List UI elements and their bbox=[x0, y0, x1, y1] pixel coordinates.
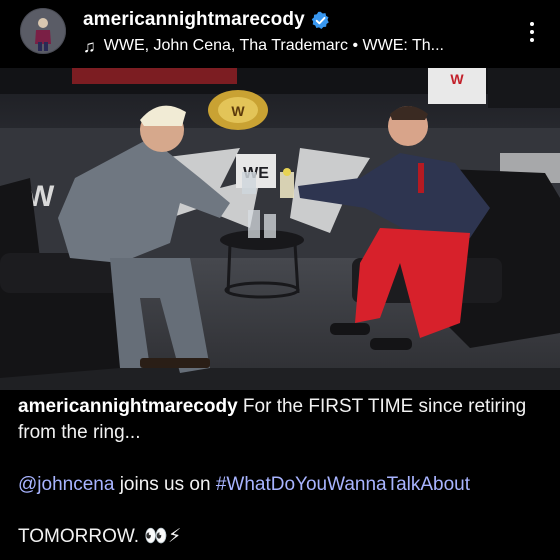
username[interactable]: americannightmarecody bbox=[83, 9, 305, 31]
hashtag-link[interactable]: #WhatDoYouWannaTalkAbout bbox=[216, 474, 470, 495]
caption-line-1: americannightmarecody For the FIRST TIME… bbox=[18, 394, 548, 446]
svg-text:W: W bbox=[231, 103, 245, 119]
caption-line-2: @johncena joins us on #WhatDoYouWannaTal… bbox=[18, 472, 548, 498]
post-image[interactable]: W WE W W bbox=[0, 68, 560, 390]
avatar[interactable] bbox=[20, 8, 66, 54]
more-dot bbox=[530, 22, 534, 26]
mention-link[interactable]: @johncena bbox=[18, 474, 114, 495]
caption-final-text: TOMORROW. bbox=[18, 526, 140, 547]
more-dot bbox=[530, 38, 534, 42]
music-text: WWE, John Cena, Tha Trademarc • WWE: Th.… bbox=[103, 37, 444, 54]
music-row[interactable]: ♫ WWE, John Cena, Tha Trademarc • WWE: T… bbox=[83, 36, 444, 56]
post-header: americannightmarecody ♫ WWE, John Cena, … bbox=[0, 0, 560, 68]
caption-username[interactable]: americannightmarecody bbox=[18, 396, 238, 417]
caption-middle-text: joins us on bbox=[114, 474, 216, 495]
username-row: americannightmarecody bbox=[83, 8, 330, 32]
verified-badge-icon bbox=[311, 11, 330, 30]
post-caption: americannightmarecody For the FIRST TIME… bbox=[18, 394, 548, 550]
music-note-icon: ♫ bbox=[83, 36, 96, 56]
more-dot bbox=[530, 30, 534, 34]
more-options-icon[interactable] bbox=[524, 18, 540, 46]
caption-emojis: 👀⚡ bbox=[144, 526, 182, 547]
caption-line-3: TOMORROW. 👀⚡ bbox=[18, 524, 548, 550]
signage-right: W bbox=[450, 71, 464, 87]
